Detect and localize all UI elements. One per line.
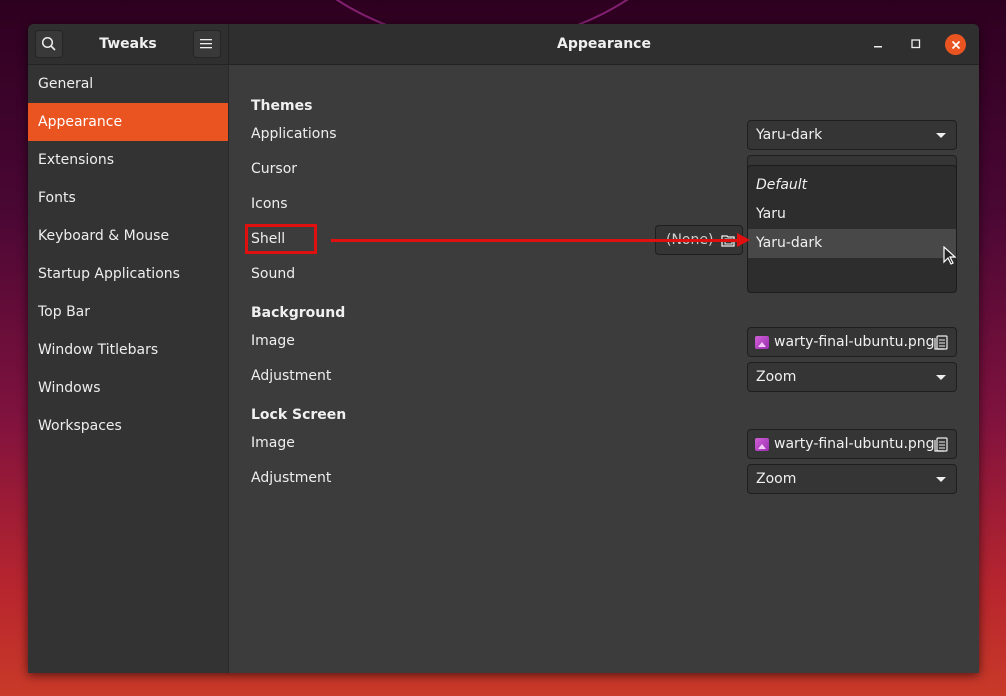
lock-screen-image-file-button[interactable]: warty-final-ubuntu.png (747, 429, 957, 459)
sidebar-item-startup-applications[interactable]: Startup Applications (28, 255, 228, 293)
appearance-panel: Themes Applications Yaru-dark Cursor Ico… (229, 65, 979, 673)
sidebar-item-general[interactable]: General (28, 65, 228, 103)
sound-label: Sound (251, 266, 296, 282)
lock-screen-adjustment-value: Zoom (756, 471, 797, 487)
hamburger-menu-icon (200, 39, 212, 49)
dropdown-option-yaru-dark[interactable]: Yaru-dark (748, 229, 956, 258)
background-image-value: warty-final-ubuntu.png (774, 334, 935, 350)
annotation-arrow-head (737, 233, 750, 247)
image-file-icon (755, 437, 769, 451)
lock-screen-image-label: Image (251, 435, 295, 451)
background-image-file-button[interactable]: warty-final-ubuntu.png (747, 327, 957, 357)
lock-screen-adjustment-label: Adjustment (251, 470, 332, 486)
menu-button[interactable] (193, 30, 221, 58)
mouse-pointer-icon (943, 246, 957, 265)
lock-screen-adjustment-combo[interactable]: Zoom (747, 464, 957, 494)
sidebar: General Appearance Extensions Fonts Keyb… (28, 65, 229, 673)
file-chooser-icon (934, 335, 948, 350)
sidebar-item-top-bar[interactable]: Top Bar (28, 293, 228, 331)
close-button[interactable] (945, 34, 966, 55)
sidebar-item-keyboard-mouse[interactable]: Keyboard & Mouse (28, 217, 228, 255)
tweaks-window: Tweaks Appearance General Appearance Ext… (28, 24, 979, 673)
dropdown-arrow-icon (936, 477, 946, 482)
themes-heading: Themes (251, 98, 313, 114)
icons-label: Icons (251, 196, 288, 212)
background-adjustment-combo[interactable]: Zoom (747, 362, 957, 392)
maximize-icon (911, 39, 921, 49)
minimize-button[interactable] (868, 34, 888, 54)
page-title: Appearance (557, 36, 651, 52)
maximize-button[interactable] (906, 34, 926, 54)
lock-screen-image-value: warty-final-ubuntu.png (774, 436, 935, 452)
dropdown-option-default[interactable]: Default (748, 171, 956, 200)
file-chooser-icon (934, 437, 948, 452)
cursor-label: Cursor (251, 161, 298, 177)
sidebar-item-fonts[interactable]: Fonts (28, 179, 228, 217)
sidebar-item-appearance[interactable]: Appearance (28, 103, 228, 141)
annotation-arrow-line (331, 239, 739, 242)
applications-label: Applications (251, 126, 337, 142)
main-header: Appearance (229, 24, 979, 65)
background-adjustment-value: Zoom (756, 369, 797, 385)
applications-theme-combo[interactable]: Yaru-dark (747, 120, 957, 150)
dropdown-arrow-icon (936, 133, 946, 138)
sidebar-item-workspaces[interactable]: Workspaces (28, 407, 228, 445)
dropdown-option-yaru[interactable]: Yaru (748, 200, 956, 229)
image-file-icon (755, 335, 769, 349)
minimize-icon (874, 46, 882, 48)
sidebar-header: Tweaks (28, 24, 229, 65)
lock-screen-heading: Lock Screen (251, 407, 347, 423)
close-icon (951, 40, 960, 49)
background-image-label: Image (251, 333, 295, 349)
annotation-highlight-box (245, 224, 317, 254)
dropdown-arrow-icon (936, 375, 946, 380)
applications-theme-value: Yaru-dark (756, 127, 823, 143)
sidebar-item-window-titlebars[interactable]: Window Titlebars (28, 331, 228, 369)
sidebar-item-extensions[interactable]: Extensions (28, 141, 228, 179)
icons-theme-dropdown-popup: Default Yaru Yaru-dark (747, 165, 957, 293)
background-heading: Background (251, 305, 346, 321)
sidebar-item-windows[interactable]: Windows (28, 369, 228, 407)
background-adjustment-label: Adjustment (251, 368, 332, 384)
